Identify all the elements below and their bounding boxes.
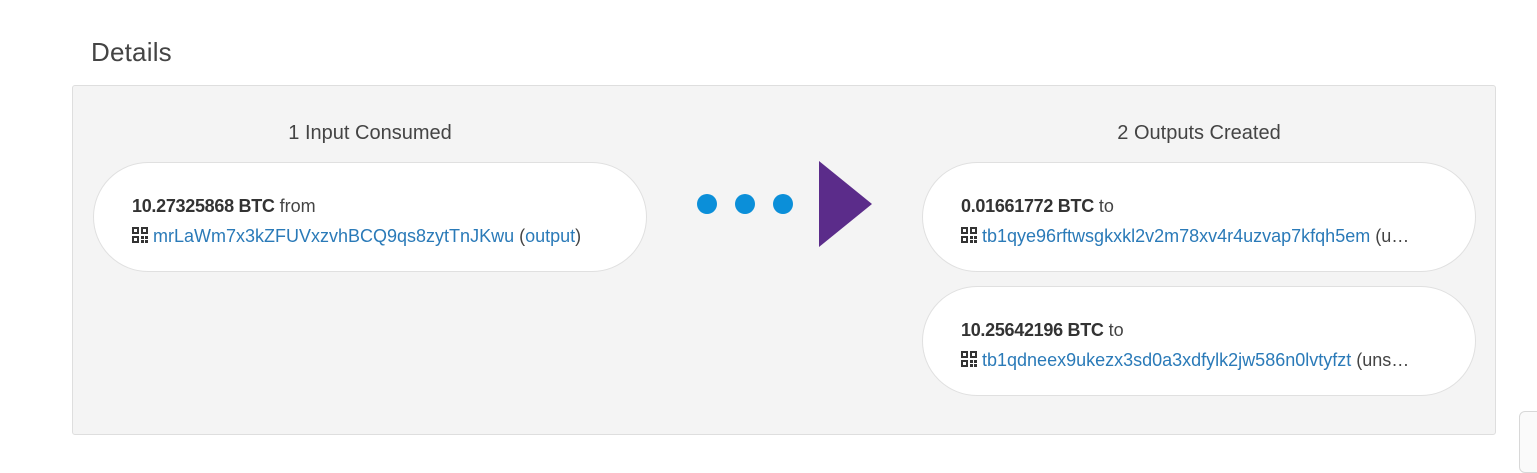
qr-code-icon[interactable] bbox=[961, 227, 977, 243]
qr-code-icon[interactable] bbox=[132, 227, 148, 243]
input-amount-line: 10.27325868 BTC from bbox=[132, 191, 610, 221]
input-amount: 10.27325868 BTC bbox=[132, 196, 275, 216]
outputs-heading: 2 Outputs Created bbox=[1117, 122, 1281, 144]
flow-dot bbox=[697, 194, 717, 214]
transaction-details-panel: 1 Input Consumed 2 Outputs Created 10.27… bbox=[72, 85, 1496, 435]
output-status-truncated: (u… bbox=[1375, 226, 1410, 246]
output-status-truncated: (uns… bbox=[1356, 350, 1410, 370]
input-connector: from bbox=[279, 196, 316, 216]
output-address-line: tb1qye96rftwsgkxkl2v2m78xv4r4uzvap7kfqh5… bbox=[961, 221, 1439, 251]
scroll-widget[interactable] bbox=[1519, 411, 1537, 473]
inputs-heading: 1 Input Consumed bbox=[288, 122, 452, 144]
output-amount-line: 10.25642196 BTC to bbox=[961, 315, 1439, 345]
input-output-link[interactable]: output bbox=[525, 226, 575, 246]
output-amount-line: 0.01661772 BTC to bbox=[961, 191, 1439, 221]
output-card: 0.01661772 BTC to tb1qye96rftwsgkxkl2v2m… bbox=[922, 162, 1476, 272]
input-address-link[interactable]: mrLaWm7x3kZFUVxzvhBCQ9qs8zytTnJKwu bbox=[153, 226, 514, 246]
output-address-line: tb1qdneex9ukezx3sd0a3xdfylk2jw586n0lvtyf… bbox=[961, 345, 1439, 375]
output-address-link[interactable]: tb1qdneex9ukezx3sd0a3xdfylk2jw586n0lvtyf… bbox=[982, 350, 1351, 370]
flow-dot bbox=[773, 194, 793, 214]
flow-dot bbox=[735, 194, 755, 214]
output-card: 10.25642196 BTC to tb1qdneex9ukezx3sd0a3… bbox=[922, 286, 1476, 396]
qr-code-icon[interactable] bbox=[961, 351, 977, 367]
flow-dots-icon bbox=[697, 194, 797, 216]
output-amount: 0.01661772 BTC bbox=[961, 196, 1094, 216]
output-connector: to bbox=[1108, 320, 1124, 340]
play-arrow-icon bbox=[819, 161, 872, 247]
output-amount: 10.25642196 BTC bbox=[961, 320, 1104, 340]
output-address-link[interactable]: tb1qye96rftwsgkxkl2v2m78xv4r4uzvap7kfqh5… bbox=[982, 226, 1370, 246]
input-card: 10.27325868 BTC from mrLaWm7x3kZFUVxzvhB… bbox=[93, 162, 647, 272]
page-title: Details bbox=[91, 37, 172, 67]
output-connector: to bbox=[1098, 196, 1114, 216]
input-address-line: mrLaWm7x3kZFUVxzvhBCQ9qs8zytTnJKwu (outp… bbox=[132, 221, 610, 251]
